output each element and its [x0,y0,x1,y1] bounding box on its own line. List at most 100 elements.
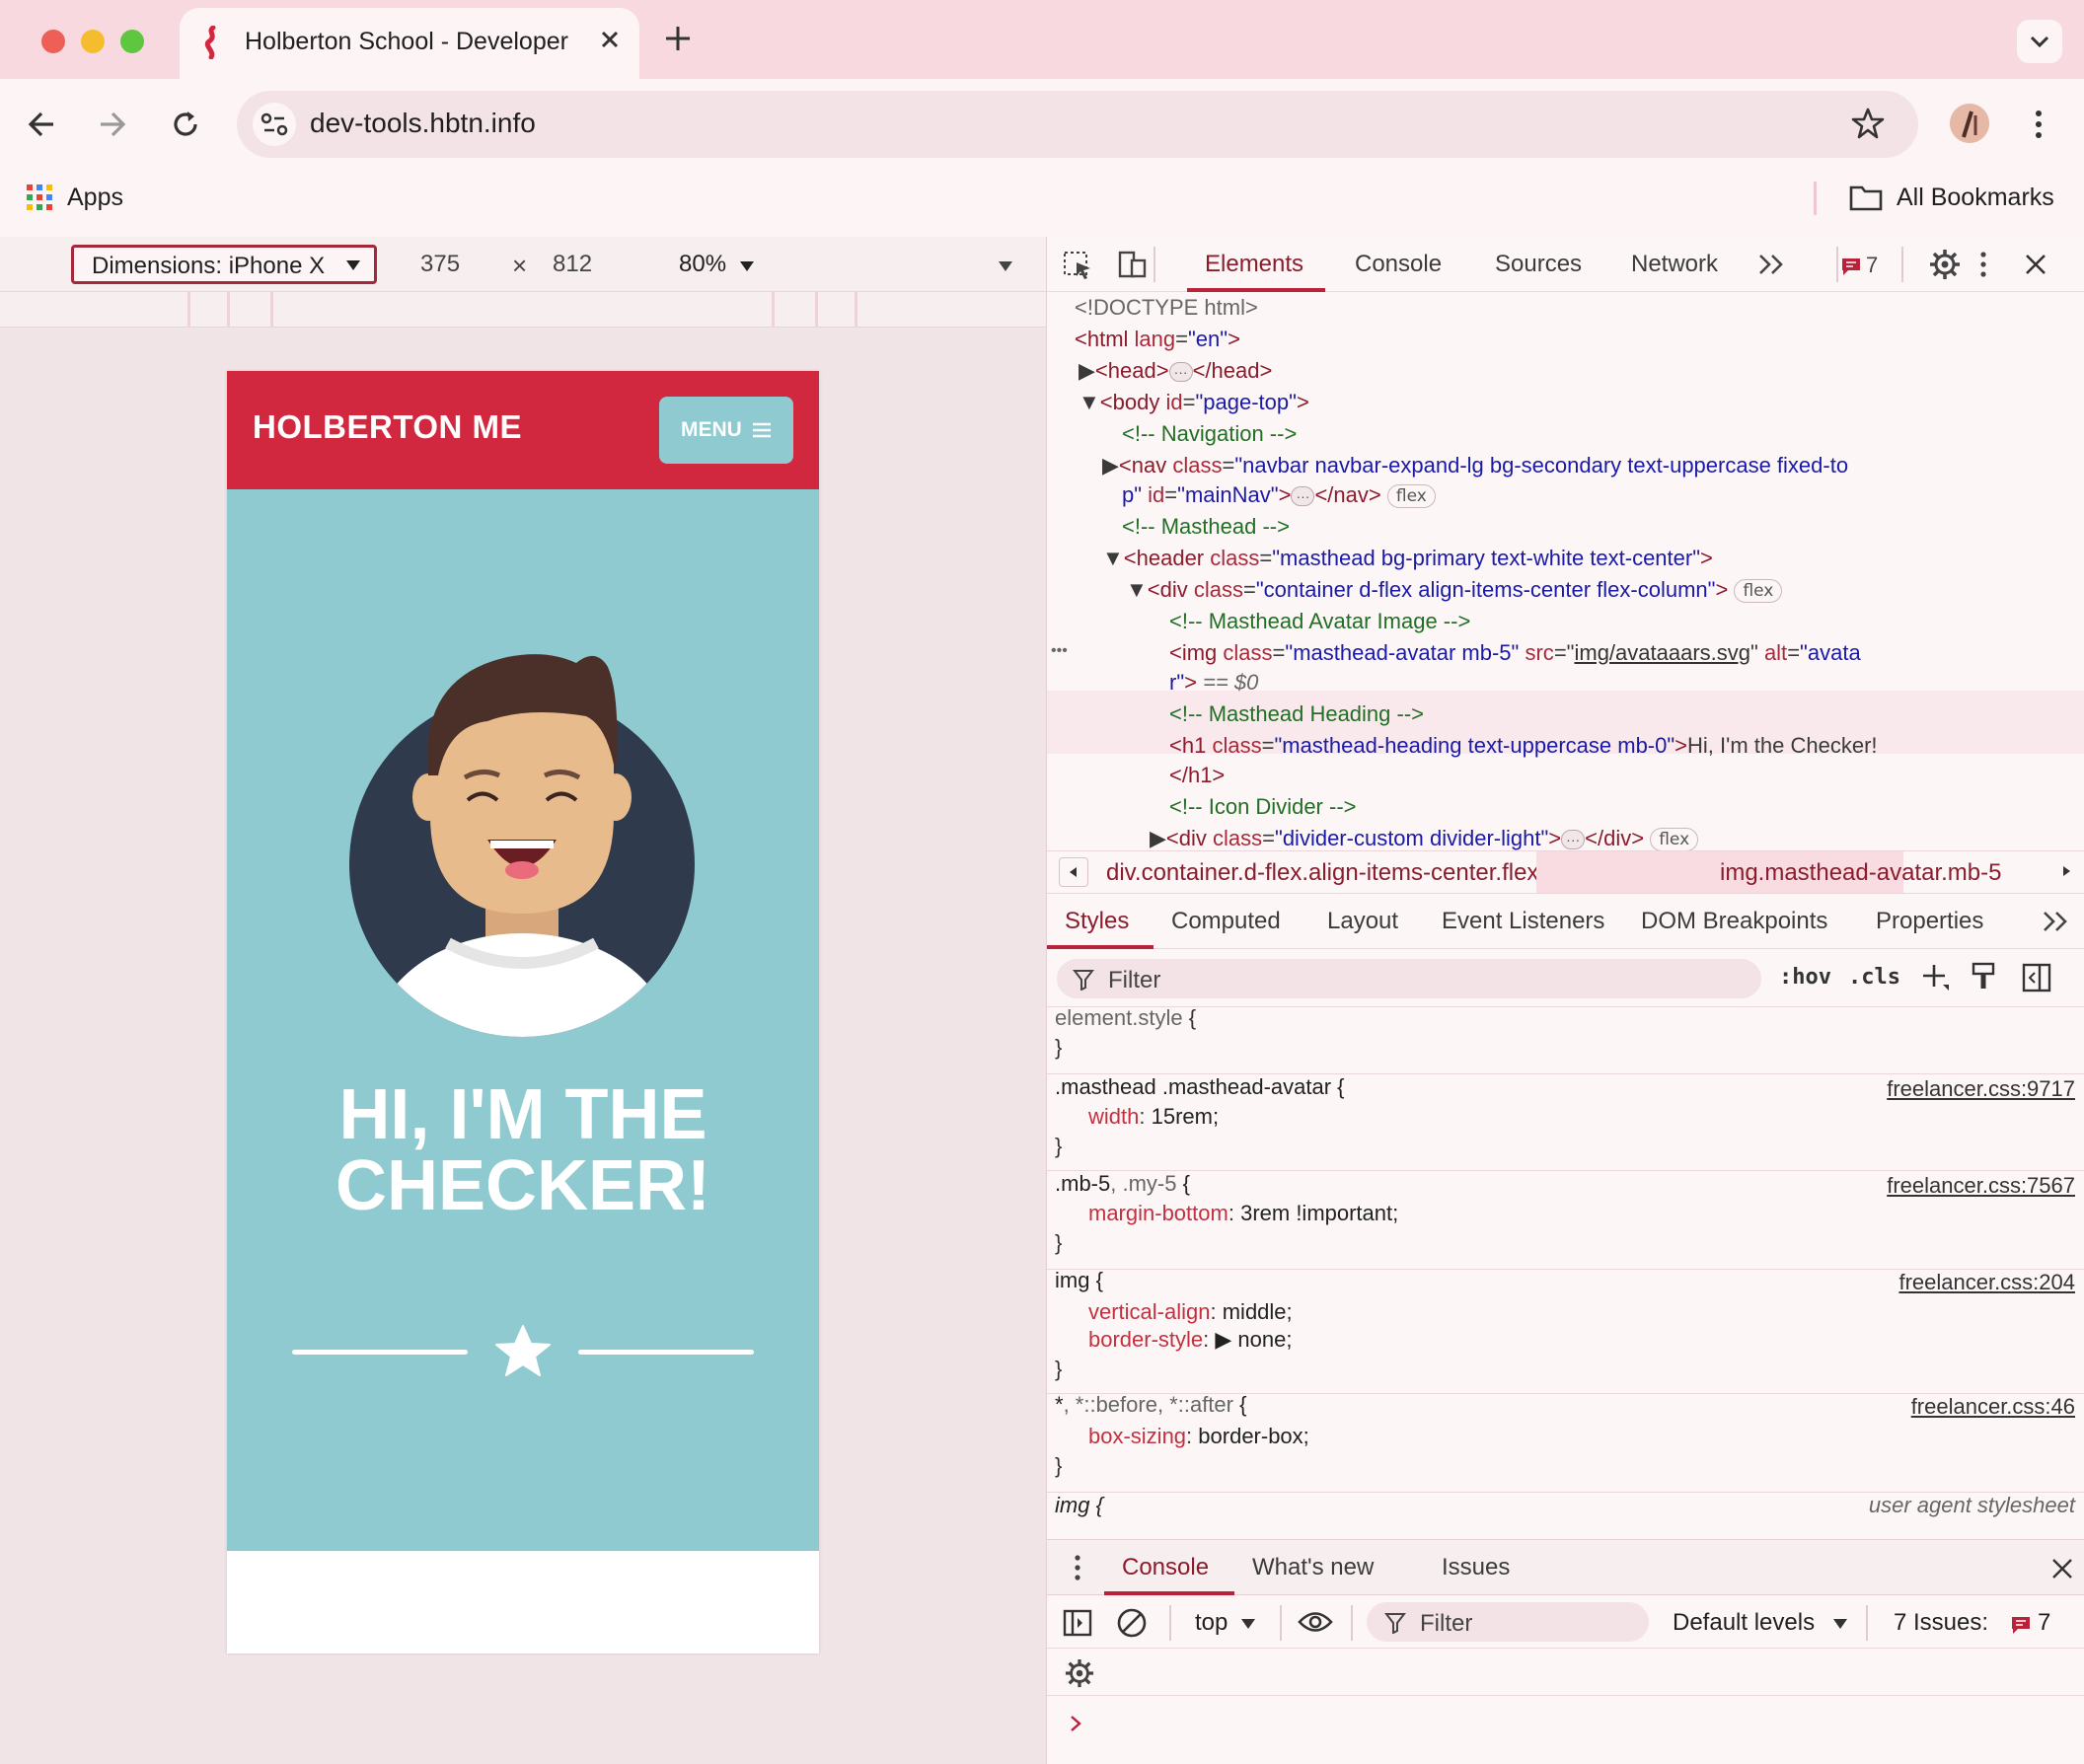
profile-avatar[interactable] [1950,104,1989,143]
rule-source-link[interactable]: freelancer.css:7567 [1629,1170,2075,1202]
tab-event-listeners[interactable]: Event Listeners [1442,908,1604,935]
device-options-chevron-icon[interactable] [997,259,1014,273]
close-drawer-icon[interactable] [2051,1558,2073,1580]
issues-link[interactable]: 7 Issues: [1894,1609,1988,1637]
apps-bookmark[interactable]: Apps [67,184,123,212]
dom-doctype[interactable]: <!DOCTYPE html> [1075,292,1258,324]
console-filter-input[interactable]: Filter [1367,1602,1649,1642]
bookmark-star-icon[interactable] [1851,107,1885,140]
menu-button[interactable]: MENU [659,397,793,464]
toggle-sidebar-icon[interactable] [2022,963,2051,992]
live-expression-eye-icon[interactable] [1298,1609,1333,1635]
clear-console-icon[interactable] [1116,1607,1148,1639]
media-query-bar[interactable] [0,292,1046,328]
rule-declaration[interactable]: margin-bottom: 3rem !important; [1088,1198,1398,1229]
breadcrumb-item-active[interactable]: img.masthead-avatar.mb-5 [1720,859,2001,887]
dom-div-container[interactable]: ▼<div class="container d-flex align-item… [1126,574,1783,606]
node-actions-icon[interactable]: ••• [1051,635,1068,667]
site-brand[interactable]: HOLBERTON ME [253,408,522,446]
console-settings-gear-icon[interactable] [1065,1658,1094,1688]
tab-sources[interactable]: Sources [1495,251,1582,278]
drawer-menu-icon[interactable] [1073,1554,1082,1581]
tab-properties[interactable]: Properties [1876,908,1983,935]
dom-h1[interactable]: <h1 class="masthead-heading text-upperca… [1169,730,1878,762]
rule-universal-selector[interactable]: *, *::before, *::after { [1055,1389,1246,1421]
settings-gear-icon[interactable] [1929,249,1961,280]
inspect-element-icon[interactable] [1063,251,1094,280]
tab-layout[interactable]: Layout [1327,908,1398,935]
tab-search-button[interactable] [2017,20,2062,63]
apps-grid-icon[interactable] [26,184,53,211]
dom-comment-avatar[interactable]: <!-- Masthead Avatar Image --> [1169,606,1470,637]
height-input[interactable]: 812 [553,251,592,278]
log-levels-select[interactable]: Default levels [1673,1609,1815,1637]
minimize-window-button[interactable] [81,30,105,53]
back-icon[interactable] [26,109,57,140]
drawer-tab-issues[interactable]: Issues [1442,1554,1510,1581]
close-window-button[interactable] [41,30,65,53]
maximize-window-button[interactable] [120,30,144,53]
tab-elements[interactable]: Elements [1205,251,1303,278]
forward-icon[interactable] [97,109,128,140]
issues-badge-icon[interactable] [2010,1615,2032,1635]
dom-comment-navigation[interactable]: <!-- Navigation --> [1122,418,1297,450]
more-style-tabs-icon[interactable] [2042,910,2069,933]
dom-comment-heading[interactable]: <!-- Masthead Heading --> [1169,698,1424,730]
browser-menu-icon[interactable] [2027,109,2050,140]
new-tab-button[interactable] [663,24,693,53]
dom-comment-divider[interactable]: <!-- Icon Divider --> [1169,791,1357,823]
zoom-select[interactable]: 80% [679,251,726,278]
tab-styles[interactable]: Styles [1065,908,1129,935]
issues-badge-count[interactable]: 7 [2038,1609,2050,1637]
reload-icon[interactable] [170,109,201,140]
rule-ua-img-selector[interactable]: img { [1055,1490,1103,1521]
tab-computed[interactable]: Computed [1171,908,1281,935]
paint-brush-icon[interactable] [1971,961,1998,992]
address-bar[interactable]: dev-tools.hbtn.info [237,91,1918,158]
dom-img[interactable]: <img class="masthead-avatar mb-5" src="i… [1169,637,1861,669]
rule-source-link[interactable]: freelancer.css:9717 [1629,1073,2075,1105]
drawer-tab-console[interactable]: Console [1122,1554,1209,1581]
device-select[interactable]: Dimensions: iPhone X [71,245,377,284]
issues-icon[interactable] [1840,257,1862,276]
close-devtools-icon[interactable] [2024,253,2047,276]
rule-declaration[interactable]: border-style: ▶ none; [1088,1324,1292,1356]
dom-nav[interactable]: ▶<nav class="navbar navbar-expand-lg bg-… [1102,450,1848,481]
rule-img-selector[interactable]: img { [1055,1265,1103,1296]
breadcrumb-scroll-left-icon[interactable] [1059,857,1088,887]
dom-comment-masthead[interactable]: <!-- Masthead --> [1122,511,1290,543]
console-sidebar-icon[interactable] [1063,1609,1092,1637]
dom-head[interactable]: ▶<head> ··· </head> [1079,355,1272,387]
add-rule-icon[interactable] [1921,963,1951,992]
more-tabs-icon[interactable] [1757,253,1785,276]
context-select[interactable]: top [1195,1609,1228,1637]
context-chevron-icon[interactable] [1240,1618,1256,1630]
all-bookmarks-link[interactable]: All Bookmarks [1897,184,2054,212]
tab-console[interactable]: Console [1355,251,1442,278]
browser-tab[interactable]: Holberton School - Developer tools [180,8,639,79]
hov-button[interactable]: :hov [1779,965,1831,990]
levels-chevron-icon[interactable] [1832,1618,1848,1630]
dom-header[interactable]: ▼<header class="masthead bg-primary text… [1102,543,1713,574]
styles-filter-input[interactable]: Filter [1057,959,1761,998]
rule-declaration[interactable]: box-sizing: border-box; [1088,1421,1309,1452]
rule-mb5-selector[interactable]: .mb-5, .my-5 { [1055,1168,1190,1200]
zoom-chevron-icon[interactable] [738,259,756,273]
rule-declaration[interactable]: width: 15rem; [1088,1101,1219,1133]
close-tab-icon[interactable] [598,28,622,51]
rule-element-style[interactable]: element.style { [1055,1002,1196,1034]
console-prompt-icon[interactable] [1069,1714,1084,1733]
site-info-icon[interactable] [253,103,296,146]
dom-img-cont[interactable]: r"> == $0 [1169,667,1258,698]
width-input[interactable]: 375 [420,251,460,278]
devtools-menu-icon[interactable] [1976,251,1990,278]
cls-button[interactable]: .cls [1848,965,1900,990]
tab-network[interactable]: Network [1631,251,1718,278]
url-text[interactable]: dev-tools.hbtn.info [310,108,536,139]
rule-source-link[interactable]: freelancer.css:204 [1629,1267,2075,1298]
rule-source-link[interactable]: freelancer.css:46 [1629,1391,2075,1423]
dom-nav-cont[interactable]: p" id="mainNav"> ··· </nav> flex [1122,479,1436,511]
dom-h1-close[interactable]: </h1> [1169,760,1225,791]
drawer-tab-whats-new[interactable]: What's new [1252,1554,1374,1581]
dom-body[interactable]: ▼<body id="page-top"> [1079,387,1309,418]
